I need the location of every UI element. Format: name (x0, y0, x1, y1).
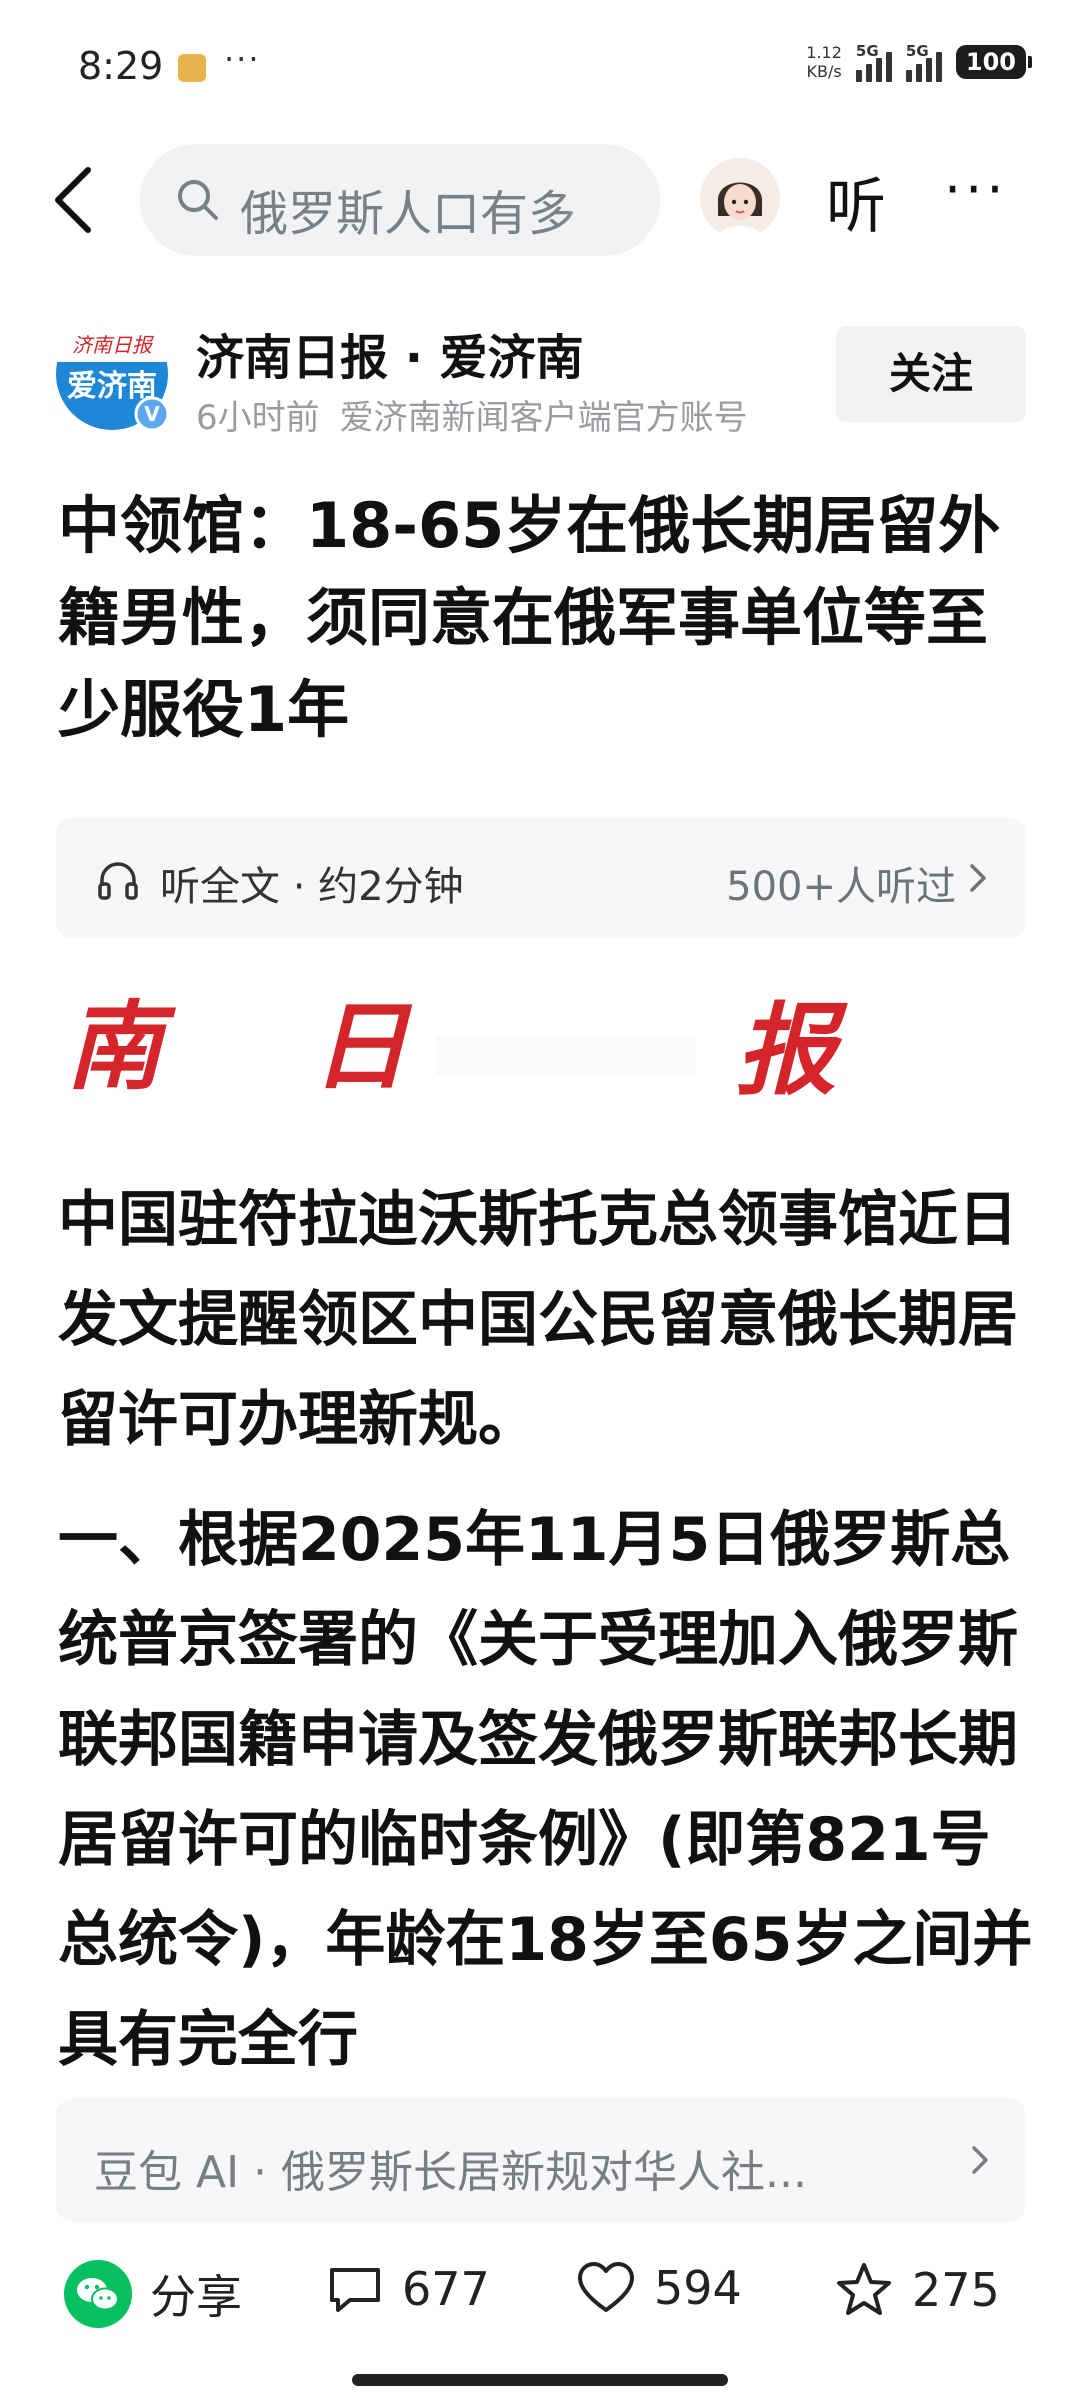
logo-text-top: 济南日报 (72, 333, 154, 357)
home-indicator[interactable] (352, 2374, 728, 2386)
back-button[interactable] (44, 160, 104, 240)
newspaper-masthead-image: 南 日 报 (56, 975, 1026, 1125)
author-description: 爱济南新闻客户端官方账号 (339, 398, 748, 438)
network-speed: 1.12 KB/s (806, 43, 842, 81)
listen-full-text-label: 听全文 · 约2分钟 (160, 864, 464, 910)
comment-count: 677 (402, 2262, 490, 2316)
notification-app-icon (178, 54, 206, 82)
chevron-left-icon (55, 167, 91, 233)
comment-icon (330, 2268, 380, 2312)
ai-summary-bar[interactable]: 豆包 AI · 俄罗斯长居新规对华人社... (56, 2098, 1026, 2222)
verified-badge-icon: V (144, 402, 160, 426)
status-time: 8:29 (78, 44, 164, 88)
share-label: 分享 (150, 2270, 242, 2324)
bottom-action-bar: 分享 677 594 275 (0, 2240, 1080, 2350)
search-query-text: 俄罗斯人口有多 (240, 186, 577, 242)
battery-icon: 100 (955, 45, 1033, 79)
status-indicators: 1.12 KB/s 5G 5G 100 (806, 42, 1033, 82)
star-icon (837, 2263, 891, 2315)
headphones-icon (98, 862, 138, 900)
signal-type-label: 5G (855, 42, 879, 60)
favorite-count: 275 (912, 2263, 1000, 2317)
favorite-button[interactable]: 275 (834, 2260, 1000, 2320)
signal-strength-icon: 5G (905, 42, 942, 82)
article-body: 中国驻符拉迪沃斯托克总领事馆近日发文提醒领区中国公民留意俄长期居留许可办理新规。… (58, 1170, 1038, 2082)
status-more-dots: ··· (224, 40, 261, 78)
share-button[interactable]: 分享 (64, 2260, 242, 2328)
follow-button[interactable]: 关注 (836, 326, 1026, 422)
chevron-right-icon (972, 2146, 988, 2174)
more-options-button[interactable]: ··· (944, 158, 1008, 221)
like-button[interactable]: 594 (576, 2260, 742, 2316)
user-avatar-icon (700, 158, 780, 238)
comment-button[interactable]: 677 (326, 2260, 490, 2318)
like-count: 594 (654, 2261, 742, 2315)
signal-type-label: 5G (905, 42, 929, 60)
publish-time: 6小时前 (196, 398, 320, 438)
signal-strength-icon: 5G (855, 42, 892, 82)
newspaper-logo-icon: 济南日报 爱济南 V (56, 318, 170, 432)
masthead-char: 报 (736, 991, 848, 1109)
listen-full-text-bar[interactable]: 听全文 · 约2分钟 500+人听过 (56, 818, 1026, 938)
masthead-char: 南 (66, 990, 177, 1103)
heart-icon (578, 2262, 634, 2312)
ai-summary-label: 豆包 AI · 俄罗斯长居新规对华人社... (94, 2147, 807, 2198)
listen-button[interactable]: 听 (826, 158, 886, 245)
masthead-char: 日 (312, 990, 413, 1103)
article-paragraph: 一、根据2025年11月5日俄罗斯总统普京签署的《关于受理加入俄罗斯联邦国籍申请… (58, 1505, 1033, 2075)
chevron-right-icon (970, 864, 986, 892)
author-logo[interactable]: 济南日报 爱济南 V (56, 318, 170, 432)
status-bar: 8:29 ··· 1.12 KB/s 5G 5G 100 (0, 0, 1080, 140)
author-name[interactable]: 济南日报 · 爱济南 (196, 318, 584, 388)
wechat-icon (64, 2260, 132, 2328)
search-input[interactable]: 俄罗斯人口有多 (140, 144, 660, 256)
network-speed-unit: KB/s (806, 62, 842, 81)
author-meta: 6小时前 爱济南新闻客户端官方账号 (196, 390, 748, 439)
listen-count: 500+人听过 (726, 864, 956, 910)
avatar[interactable] (700, 158, 780, 238)
article-title: 中领馆：18-65岁在俄长期居留外籍男性，须同意在俄军事单位等至少服役1年 (58, 489, 1001, 746)
article-paragraph: 中国驻符拉迪沃斯托克总领事馆近日发文提醒领区中国公民留意俄长期居留许可办理新规。 (58, 1185, 1018, 1455)
search-icon (178, 180, 218, 220)
network-speed-value: 1.12 (806, 43, 842, 62)
